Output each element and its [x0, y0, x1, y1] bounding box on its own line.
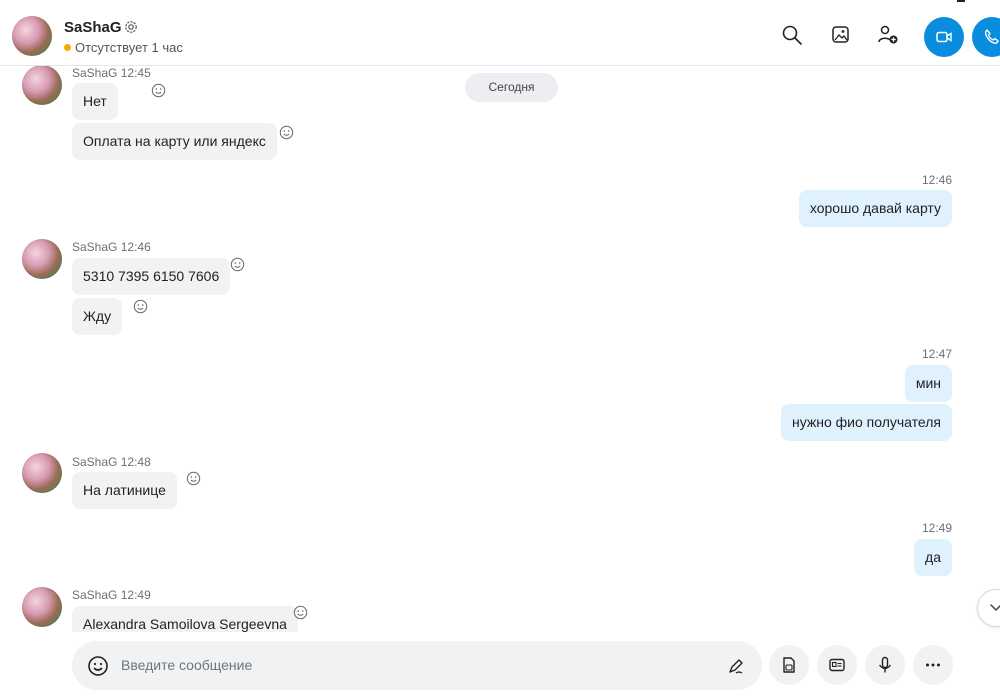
sender-avatar[interactable]	[22, 587, 62, 627]
outgoing-message[interactable]: да	[914, 539, 952, 576]
search-icon[interactable]	[781, 24, 803, 46]
message-meta: SaShaG 12:45	[72, 66, 151, 80]
sender-avatar[interactable]	[22, 239, 62, 279]
gallery-icon[interactable]	[830, 24, 852, 46]
more-icon	[926, 663, 940, 667]
message-meta: SaShaG 12:48	[72, 455, 151, 469]
outgoing-message[interactable]: хорошо давай карту	[798, 190, 952, 227]
video-call-icon	[936, 31, 952, 43]
incoming-message[interactable]: Alexandra Samoilova Sergeevna	[72, 606, 298, 632]
message-input[interactable]: Введите сообщение	[121, 657, 252, 673]
message-time: 12:47	[921, 347, 952, 361]
incoming-message[interactable]: Оплата на карту или яндекс	[72, 123, 277, 160]
voice-message-button[interactable]	[865, 645, 905, 685]
reaction-icon[interactable]	[186, 471, 201, 486]
chevron-down-icon	[990, 604, 1000, 612]
message-list[interactable]: Сегодня SaShaG 12:45 Нет Оплата на карту…	[0, 66, 1000, 632]
status-text: Отсутствует 1 час	[75, 40, 183, 55]
settings-icon[interactable]	[123, 19, 139, 35]
incoming-message[interactable]: Нет	[72, 83, 118, 120]
message-time: 12:46	[921, 173, 952, 187]
incoming-message[interactable]: Жду	[72, 298, 123, 335]
chat-header: SaShaG Отсутствует 1 час	[0, 0, 1000, 66]
pen-icon[interactable]	[726, 656, 746, 676]
share-contact-button[interactable]	[817, 645, 857, 685]
sender-avatar[interactable]	[22, 453, 62, 493]
audio-call-icon	[984, 29, 999, 44]
away-status-dot	[64, 44, 71, 52]
send-file-button[interactable]	[769, 645, 809, 685]
message-composer[interactable]: Введите сообщение	[72, 641, 762, 690]
scroll-to-bottom-button[interactable]	[977, 589, 1000, 627]
video-call-button[interactable]	[924, 17, 964, 57]
date-divider: Сегодня	[465, 73, 558, 102]
reaction-icon[interactable]	[293, 605, 308, 620]
reaction-icon[interactable]	[151, 83, 166, 98]
outgoing-message[interactable]: нужно фио получателя	[780, 404, 952, 441]
more-options-button[interactable]	[913, 645, 953, 685]
sender-avatar[interactable]	[22, 66, 62, 105]
contact-card-icon	[829, 658, 845, 672]
message-time: 12:49	[921, 521, 952, 535]
microphone-icon	[878, 656, 892, 673]
reaction-icon[interactable]	[133, 299, 148, 314]
reaction-icon[interactable]	[279, 125, 294, 140]
message-meta: SaShaG 12:46	[72, 240, 151, 254]
contact-avatar[interactable]	[12, 16, 52, 56]
contact-status: Отсутствует 1 час	[64, 40, 183, 55]
emoji-icon[interactable]	[87, 655, 109, 677]
contact-name[interactable]: SaShaG	[64, 19, 122, 36]
reaction-icon[interactable]	[230, 257, 245, 272]
add-people-icon[interactable]	[877, 24, 899, 46]
window-edge-mark	[957, 0, 965, 2]
audio-call-button[interactable]	[972, 17, 1000, 57]
incoming-message[interactable]: На латинице	[72, 472, 177, 509]
message-meta: SaShaG 12:49	[72, 588, 151, 602]
incoming-message[interactable]: 5310 7395 6150 7606	[72, 258, 231, 295]
outgoing-message[interactable]: мин	[904, 365, 952, 402]
file-icon	[783, 657, 795, 673]
